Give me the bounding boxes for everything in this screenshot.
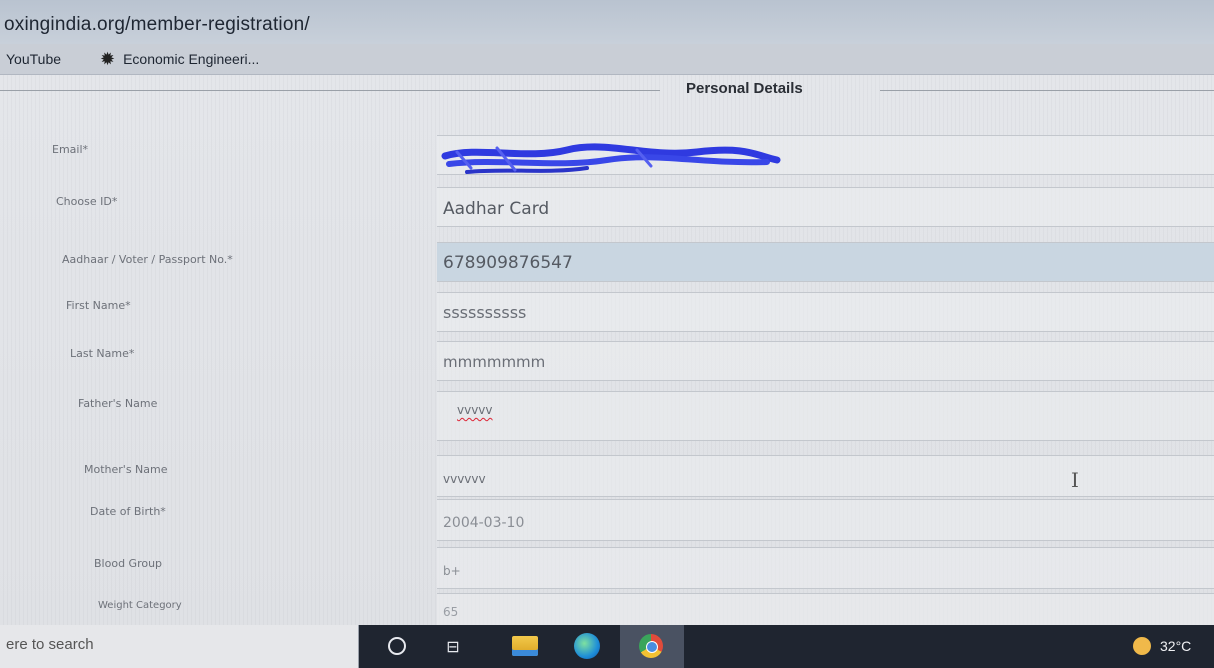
first-name-label: First Name* (66, 299, 131, 312)
edge-browser-icon[interactable] (570, 633, 604, 659)
weight-category-value: 65 (443, 605, 459, 619)
fathers-name-field[interactable] (437, 391, 1214, 441)
divider (880, 90, 1214, 91)
first-name-value: ssssssssss (443, 303, 527, 322)
blood-group-label: Blood Group (94, 557, 163, 570)
task-view-icon[interactable]: ⊟ (440, 633, 466, 659)
chrome-browser-icon[interactable] (635, 633, 667, 659)
text-cursor-icon: I (1071, 468, 1079, 492)
section-title: Personal Details (686, 80, 803, 97)
first-name-field[interactable] (437, 292, 1214, 332)
last-name-field[interactable] (437, 341, 1214, 381)
fathers-name-label: Father's Name (78, 397, 158, 410)
choose-id-select[interactable] (437, 187, 1214, 227)
bookmark-youtube[interactable]: YouTube (6, 51, 61, 67)
choose-id-value: Aadhar Card (443, 199, 550, 219)
blood-group-field[interactable] (437, 547, 1214, 589)
file-explorer-icon[interactable] (510, 633, 540, 659)
weather-temperature[interactable]: 32°C (1160, 638, 1191, 654)
taskbar-search-box[interactable]: ere to search (0, 625, 359, 668)
divider (0, 90, 660, 91)
starburst-icon: ✹ (100, 49, 116, 69)
taskbar: ere to search ⊟ 32°C (0, 625, 1214, 668)
dob-value: 2004-03-10 (443, 515, 525, 531)
weight-category-field[interactable] (437, 593, 1214, 625)
dob-field[interactable] (437, 499, 1214, 541)
mothers-name-value: vvvvvv (443, 472, 486, 486)
cortana-circle-icon[interactable] (386, 633, 408, 659)
id-number-value: 678909876547 (443, 253, 573, 273)
last-name-label: Last Name* (70, 347, 135, 360)
address-bar[interactable]: oxingindia.org/member-registration/ (0, 0, 1214, 45)
bookmark-label: YouTube (6, 51, 62, 67)
dob-label: Date of Birth* (90, 505, 166, 518)
fathers-name-value: vvvvv (457, 403, 493, 417)
bookmarks-bar: YouTube ✹ Economic Engineeri... (0, 44, 1214, 75)
bookmark-economic-engineering[interactable]: ✹ Economic Engineeri... (100, 49, 260, 69)
email-label: Email* (52, 143, 89, 156)
blood-group-value: b+ (443, 564, 461, 578)
redaction-scribble (441, 143, 781, 174)
last-name-value: mmmmmmm (443, 353, 546, 371)
registration-form: Personal Details Email* Choose ID* Aadha… (0, 75, 1214, 625)
bookmark-label: Economic Engineeri... (123, 51, 260, 67)
id-number-label: Aadhaar / Voter / Passport No.* (62, 253, 233, 266)
weight-category-label: Weight Category (98, 600, 182, 611)
search-placeholder: ere to search (6, 636, 94, 653)
weather-icon[interactable] (1130, 633, 1154, 659)
mothers-name-field[interactable] (437, 455, 1214, 497)
mothers-name-label: Mother's Name (84, 463, 168, 476)
url-text[interactable]: oxingindia.org/member-registration/ (4, 14, 310, 36)
choose-id-label: Choose ID* (56, 195, 118, 208)
